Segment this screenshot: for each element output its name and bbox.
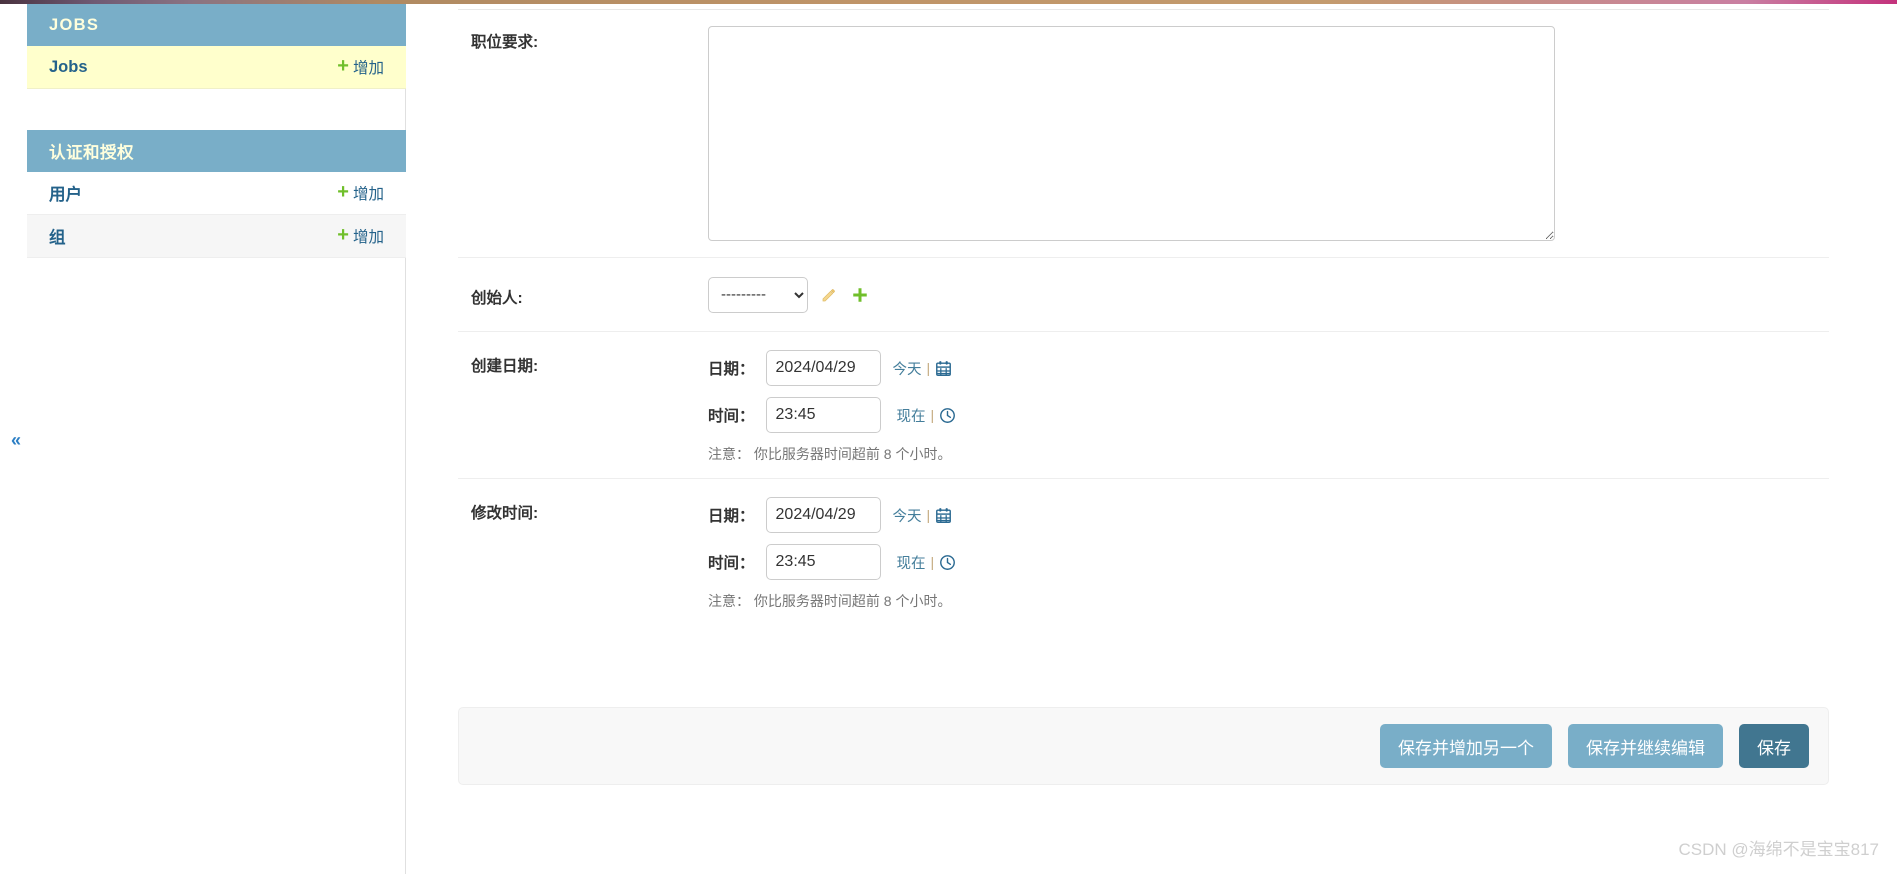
field-creator: --------- <box>708 276 1829 313</box>
sidebar-nav: JOBS Jobs + 增加 认证和授权 用户 + 增加 组 + 增加 <box>27 4 406 874</box>
clock-icon[interactable] <box>939 554 956 571</box>
sidebar-item-jobs-link[interactable]: Jobs <box>49 58 88 77</box>
plus-icon: + <box>337 181 349 203</box>
add-plus-icon[interactable] <box>850 285 870 305</box>
change-form-fieldset: 职位要求: 创始人: --------- 创建日期: 日期： 2024/04/2… <box>458 9 1829 625</box>
calendar-icon[interactable] <box>935 360 952 377</box>
save-and-add-another-button[interactable]: 保存并增加另一个 <box>1380 724 1552 768</box>
created-date-shortcuts: 今天 | <box>893 358 953 379</box>
watermark-text: CSDN @海绵不是宝宝817 <box>1678 840 1879 859</box>
created-date-today-link[interactable]: 今天 <box>893 358 922 379</box>
label-modified-time: 修改时间: <box>471 505 539 522</box>
modified-time-input[interactable] <box>765 544 881 580</box>
sidebar-item-users[interactable]: 用户 + 增加 <box>27 172 406 215</box>
sidebar-item-groups-add-link[interactable]: + 增加 <box>337 225 384 247</box>
calendar-icon[interactable] <box>935 507 952 524</box>
plus-icon: + <box>337 224 349 246</box>
created-date-line: 日期： 今天 | <box>708 350 1829 386</box>
field-requirement <box>708 26 1829 241</box>
created-time-now-link[interactable]: 现在 <box>897 405 926 426</box>
created-date-separator: | <box>926 360 931 376</box>
form-row-creator: 创始人: --------- <box>458 258 1829 332</box>
created-date-timezone-warning: 注意： 你比服务器时间超前 8 个小时。 <box>708 446 952 462</box>
save-button[interactable]: 保存 <box>1739 724 1809 768</box>
created-time-separator: | <box>930 407 935 423</box>
label-requirement: 职位要求: <box>471 34 539 51</box>
modified-date-shortcuts: 今天 | <box>893 505 953 526</box>
label-created-date: 创建日期: <box>471 358 539 375</box>
modified-time-now-link[interactable]: 现在 <box>897 552 926 573</box>
created-time-shortcuts: 现在 | <box>897 405 957 426</box>
created-date-sublabel: 日期： <box>708 361 755 378</box>
submit-row: 保存并增加另一个 保存并继续编辑 保存 <box>458 707 1829 785</box>
sidebar-item-groups-link[interactable]: 组 <box>49 224 66 248</box>
requirement-textarea[interactable] <box>708 26 1555 241</box>
sidebar-module-caption-auth[interactable]: 认证和授权 <box>27 130 406 172</box>
modified-date-sublabel: 日期： <box>708 508 755 525</box>
sidebar-item-users-link[interactable]: 用户 <box>49 181 82 205</box>
created-time-input[interactable] <box>765 397 881 433</box>
sidebar-module-jobs: JOBS Jobs + 增加 <box>27 4 406 89</box>
field-modified-time: 日期： 今天 | <box>708 497 1829 611</box>
sidebar-module-auth: 认证和授权 用户 + 增加 组 + 增加 <box>27 130 406 258</box>
sidebar-item-groups-add-label: 增加 <box>352 229 384 246</box>
main-content: 职位要求: 创始人: --------- 创建日期: 日期： 2024/04/2… <box>406 4 1897 874</box>
clock-icon[interactable] <box>939 407 956 424</box>
label-creator: 创始人: <box>471 289 523 307</box>
modified-date-input[interactable] <box>765 497 881 533</box>
modified-time-sublabel: 时间： <box>708 555 755 572</box>
sidebar-item-users-add-label: 增加 <box>352 186 384 203</box>
modified-date-today-link[interactable]: 今天 <box>893 505 922 526</box>
modified-time-line: 时间： 现在 | <box>708 544 1829 580</box>
sidebar-item-groups[interactable]: 组 + 增加 <box>27 215 406 258</box>
save-and-continue-button[interactable]: 保存并继续编辑 <box>1568 724 1723 768</box>
modified-time-shortcuts: 现在 | <box>897 552 957 573</box>
sidebar-module-caption-jobs[interactable]: JOBS <box>27 4 406 46</box>
modified-date-separator: | <box>926 507 931 523</box>
created-time-line: 时间： 现在 | <box>708 397 1829 433</box>
plus-icon: + <box>337 55 349 77</box>
modified-time-timezone-warning: 注意： 你比服务器时间超前 8 个小时。 <box>708 593 952 609</box>
form-row-modified-time: 修改时间: 日期： 今天 | <box>458 479 1829 625</box>
edit-pencil-icon[interactable] <box>819 285 839 305</box>
form-row-requirement: 职位要求: <box>458 10 1829 258</box>
field-created-date: 日期： 今天 | <box>708 350 1829 464</box>
sidebar-item-jobs-add-label: 增加 <box>352 60 384 77</box>
modified-date-line: 日期： 今天 | <box>708 497 1829 533</box>
created-date-input[interactable] <box>765 350 881 386</box>
sidebar-item-users-add-link[interactable]: + 增加 <box>337 182 384 204</box>
creator-select[interactable]: --------- <box>708 276 808 313</box>
sidebar-collapse-toggle-icon[interactable]: « <box>5 429 27 451</box>
created-time-sublabel: 时间： <box>708 408 755 425</box>
form-row-created-date: 创建日期: 日期： 今天 | <box>458 332 1829 479</box>
sidebar-item-jobs[interactable]: Jobs + 增加 <box>27 46 406 89</box>
modified-time-separator: | <box>930 554 935 570</box>
sidebar-item-jobs-add-link[interactable]: + 增加 <box>337 56 384 78</box>
sidebar-module-gap <box>27 89 405 130</box>
creator-related-widget: --------- <box>708 276 1829 313</box>
